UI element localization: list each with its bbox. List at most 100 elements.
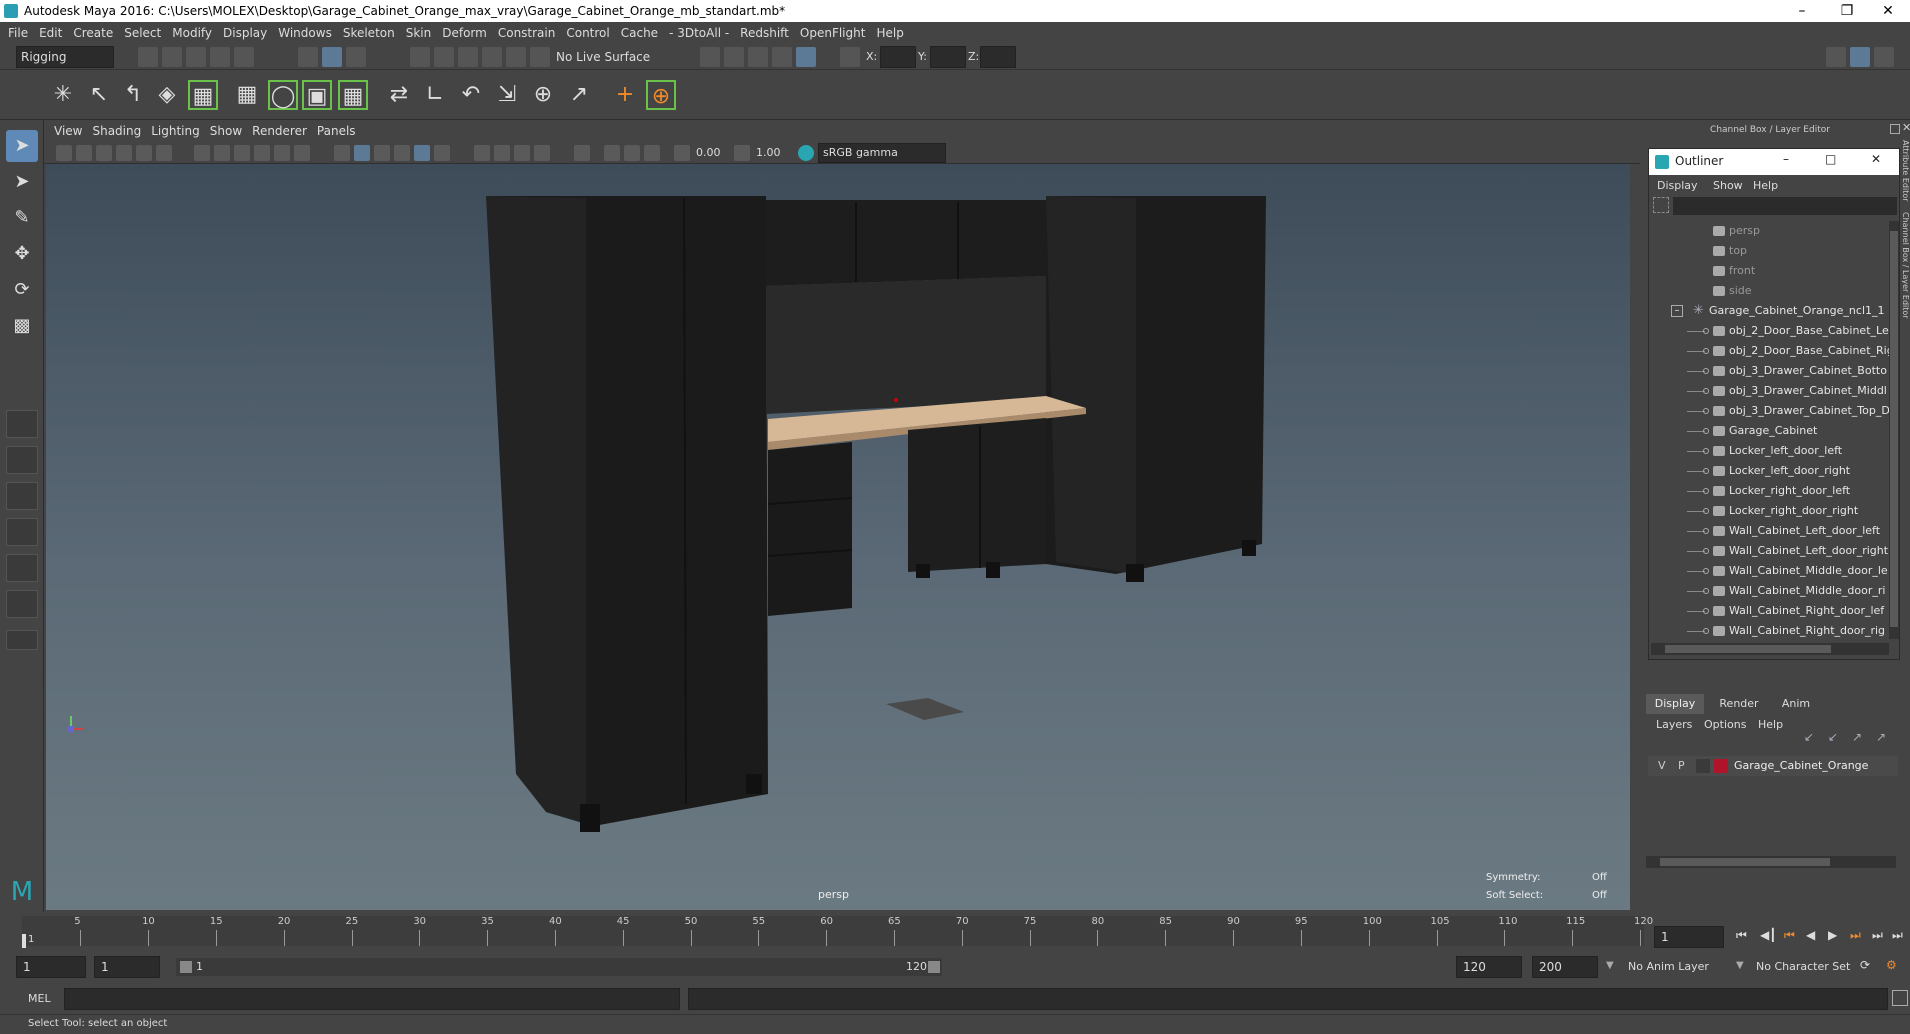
joint-tool-icon[interactable]: ✳ <box>48 80 78 110</box>
paint-weights-icon[interactable]: ▦ <box>188 80 218 110</box>
drawer-cabinet[interactable] <box>768 442 852 616</box>
xray-components-icon[interactable] <box>644 145 660 161</box>
step-forward-key-icon[interactable]: ⏭ <box>1850 928 1861 943</box>
vp-menu-panels[interactable]: Panels <box>317 124 356 138</box>
outliner-item[interactable]: Wall_Cabinet_Left_door_left <box>1649 521 1889 541</box>
select-tool-icon[interactable]: ➤ <box>6 130 38 162</box>
move-layer-up-icon[interactable]: ↙ <box>1804 730 1814 744</box>
select-component-icon[interactable] <box>346 47 366 67</box>
anim-layer-arrow-icon[interactable]: ▼ <box>1606 960 1614 971</box>
bookmark-icon[interactable] <box>96 145 112 161</box>
point-constraint-icon[interactable]: ∟ <box>420 80 450 110</box>
aim-constraint-icon[interactable]: ⊕ <box>528 80 558 110</box>
close-panel-icon[interactable]: ✕ <box>1902 121 1910 134</box>
film-gate-icon[interactable] <box>214 145 230 161</box>
outliner-item[interactable]: Locker_left_door_right <box>1649 461 1889 481</box>
base-cabinet[interactable] <box>908 418 1046 572</box>
wireframe-on-shaded-icon[interactable] <box>374 145 390 161</box>
outliner-item[interactable]: obj_3_Drawer_Cabinet_Middl <box>1649 381 1889 401</box>
layer-type-toggle[interactable] <box>1696 759 1710 773</box>
field-chart-icon[interactable] <box>274 145 290 161</box>
depth-of-field-icon[interactable] <box>534 145 550 161</box>
time-slider[interactable]: 5 10 15 20 25 30 35 40 45 50 55 60 65 70 75 80 85 90 95 100… <box>0 912 1910 954</box>
menu-create[interactable]: Create <box>73 26 113 40</box>
step-forward-icon[interactable]: ⏭ <box>1872 928 1883 943</box>
new-layer-selected-icon[interactable]: ↗ <box>1876 730 1886 744</box>
render-settings-icon[interactable] <box>772 47 792 67</box>
menu-file[interactable]: File <box>8 26 28 40</box>
step-back-key-icon[interactable]: ⏮ <box>1784 928 1795 943</box>
character-set-dropdown[interactable]: No Character Set <box>1756 960 1850 973</box>
cluster-icon[interactable]: ◯ <box>268 80 298 110</box>
hypershade-layout-icon[interactable] <box>6 590 38 618</box>
persp-graph-icon[interactable] <box>6 554 38 582</box>
restore-icon[interactable]: ❐ <box>1825 0 1869 22</box>
outliner-menu-display[interactable]: Display <box>1657 179 1698 192</box>
menu-edit[interactable]: Edit <box>39 26 62 40</box>
step-back-icon[interactable]: ◀┃ <box>1760 928 1776 942</box>
rotate-tool-icon[interactable]: ⟳ <box>6 274 38 306</box>
playback-end-field[interactable]: 120 <box>1456 956 1522 978</box>
outliner-item[interactable]: Locker_left_door_left <box>1649 441 1889 461</box>
close-icon[interactable]: ✕ <box>1866 0 1910 22</box>
snap-plane-icon[interactable] <box>530 47 550 67</box>
outliner-item[interactable]: Garage_Cabinet <box>1649 421 1889 441</box>
menu-3dtoall[interactable]: - 3DtoAll - <box>669 26 729 40</box>
range-slider-bar[interactable]: 1 120 <box>176 958 942 976</box>
lattice-icon[interactable]: ▦ <box>232 80 262 110</box>
start-time-field[interactable]: 1 <box>16 956 86 978</box>
motion-blur-icon[interactable] <box>494 145 510 161</box>
gamma-value[interactable]: 1.00 <box>756 146 781 159</box>
script-language-label[interactable]: MEL <box>28 992 51 1005</box>
script-editor-icon[interactable] <box>1892 990 1908 1006</box>
cluster-handle-icon[interactable]: ⊕ <box>646 80 676 110</box>
layer-menu-options[interactable]: Options <box>1704 718 1746 731</box>
ik-handle-icon[interactable]: ↖ <box>84 80 114 110</box>
outliner-item-group[interactable]: – ✳ Garage_Cabinet_Orange_ncl1_1 <box>1649 301 1889 321</box>
hypershade-icon[interactable] <box>796 47 816 67</box>
menu-skin[interactable]: Skin <box>406 26 432 40</box>
go-to-end-icon[interactable]: ⏭ <box>1892 928 1903 943</box>
go-to-start-icon[interactable]: ⏮ <box>1736 928 1747 943</box>
render-view-icon[interactable] <box>700 47 720 67</box>
toggle-channelbox-icon[interactable] <box>1850 47 1870 67</box>
channel-box-side-tab[interactable]: Channel Box / Layer Editor <box>1902 212 1910 319</box>
move-layer-down-icon[interactable]: ↙ <box>1828 730 1838 744</box>
outliner-item[interactable]: obj_3_Drawer_Cabinet_Botto <box>1649 361 1889 381</box>
outliner-item-persp[interactable]: persp <box>1649 221 1889 241</box>
safe-action-icon[interactable] <box>294 145 310 161</box>
paint-select-icon[interactable]: ✎ <box>6 202 38 234</box>
float-panel-icon[interactable] <box>1890 124 1900 134</box>
vp-menu-show[interactable]: Show <box>210 124 242 138</box>
toggle-attribute-icon[interactable] <box>1874 47 1894 67</box>
menu-control[interactable]: Control <box>566 26 609 40</box>
image-plane-icon[interactable] <box>116 145 132 161</box>
outliner-vscrollbar[interactable] <box>1889 221 1899 639</box>
2d-pan-icon[interactable] <box>136 145 152 161</box>
bind-skin-icon[interactable]: ◈ <box>152 80 182 110</box>
textured-icon[interactable] <box>394 145 410 161</box>
tab-render[interactable]: Render <box>1710 694 1768 714</box>
play-back-icon[interactable]: ◀ <box>1806 928 1815 942</box>
exposure-icon[interactable] <box>674 145 690 161</box>
single-view-icon[interactable] <box>6 410 38 438</box>
shadows-icon[interactable] <box>434 145 450 161</box>
four-view-icon[interactable] <box>6 446 38 474</box>
tab-display[interactable]: Display <box>1646 694 1704 714</box>
menu-windows[interactable]: Windows <box>278 26 332 40</box>
outliner-menu-show[interactable]: Show <box>1713 179 1743 192</box>
ik-spline-icon[interactable]: ↰ <box>118 80 148 110</box>
wrap-icon[interactable]: ▣ <box>302 80 332 110</box>
outliner-item[interactable]: obj_2_Door_Base_Cabinet_Lef <box>1649 321 1889 341</box>
menu-modify[interactable]: Modify <box>172 26 212 40</box>
grid-icon[interactable] <box>194 145 210 161</box>
outliner-item[interactable]: obj_2_Door_Base_Cabinet_Rig <box>1649 341 1889 361</box>
parent-constraint-icon[interactable]: ⇄ <box>384 80 414 110</box>
camera-select-icon[interactable] <box>56 145 72 161</box>
toggle-outliner-icon[interactable] <box>1826 47 1846 67</box>
layer-row[interactable]: V P Garage_Cabinet_Orange <box>1648 756 1898 776</box>
menu-openflight[interactable]: OpenFlight <box>800 26 866 40</box>
end-time-field[interactable]: 200 <box>1532 956 1598 978</box>
scale-constraint-icon[interactable]: ⇲ <box>492 80 522 110</box>
snap-point-icon[interactable] <box>458 47 478 67</box>
